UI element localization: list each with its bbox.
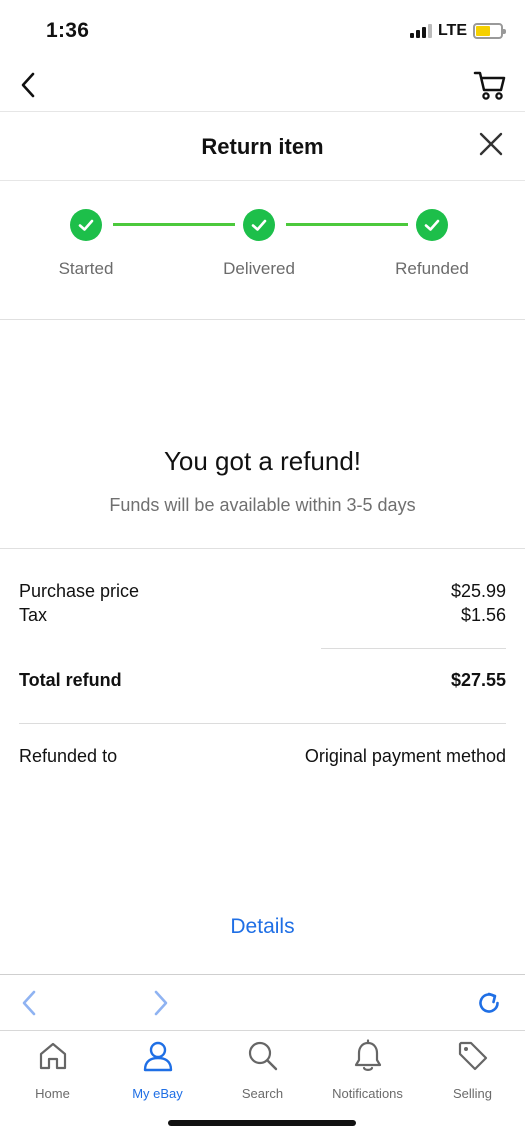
tab-label: Notifications [332, 1086, 403, 1101]
tax-row: Tax $1.56 [19, 605, 506, 626]
browser-forward-button[interactable] [146, 989, 174, 1017]
refunded-to-label: Refunded to [19, 746, 118, 766]
modal-header: Return item [0, 112, 525, 181]
home-indicator [168, 1120, 356, 1126]
purchase-price-row: Purchase price $25.99 [19, 581, 506, 602]
step-delivered: Delivered [189, 209, 329, 279]
bell-icon [354, 1039, 381, 1071]
top-nav [0, 60, 525, 112]
cart-icon [473, 71, 506, 100]
purchase-price-label: Purchase price [19, 581, 140, 601]
status-bar: 1:36 LTE [0, 0, 525, 60]
check-icon [70, 209, 102, 241]
tab-label: My eBay [132, 1086, 183, 1101]
chevron-right-icon [154, 990, 168, 1016]
tab-label: Home [35, 1086, 70, 1101]
cart-button[interactable] [473, 68, 507, 102]
refund-subtitle: Funds will be available within 3-5 days [109, 495, 416, 515]
status-indicators: LTE [409, 22, 506, 40]
step-label: Refunded [395, 259, 469, 278]
check-icon [243, 209, 275, 241]
total-refund-row: Total refund $27.55 [19, 670, 506, 691]
chevron-left-icon [22, 990, 36, 1016]
battery-icon [473, 23, 506, 39]
refunded-to-row: Refunded to Original payment method [19, 746, 506, 767]
total-refund-value: $27.55 [450, 670, 506, 690]
refunded-to-value: Original payment method [304, 746, 506, 766]
browser-back-button[interactable] [16, 989, 44, 1017]
tab-home[interactable]: Home [0, 1039, 105, 1101]
search-icon [248, 1041, 277, 1071]
subtotal-divider [321, 648, 506, 649]
tax-label: Tax [19, 605, 48, 625]
refresh-button[interactable] [475, 989, 503, 1017]
tab-search[interactable]: Search [210, 1039, 315, 1101]
refund-message: You got a refund! Funds will be availabl… [0, 320, 525, 549]
check-icon [416, 209, 448, 241]
total-refund-label: Total refund [19, 670, 122, 690]
signal-icon [409, 24, 432, 38]
step-started: Started [16, 209, 156, 279]
step-refunded: Refunded [362, 209, 502, 279]
user-icon [143, 1041, 172, 1072]
chevron-left-icon [21, 72, 35, 98]
tab-selling[interactable]: Selling [420, 1039, 525, 1101]
close-button[interactable] [477, 130, 505, 158]
step-label: Started [58, 259, 114, 278]
details-link[interactable]: Details [0, 915, 525, 939]
tab-label: Search [241, 1086, 284, 1101]
tab-notifications[interactable]: Notifications [315, 1039, 420, 1101]
refund-title: You got a refund! [163, 446, 362, 476]
tag-icon [458, 1041, 487, 1071]
home-icon [39, 1042, 66, 1070]
back-button[interactable] [14, 70, 44, 100]
return-progress: Started Delivered Refunded [0, 181, 525, 320]
total-divider [19, 723, 506, 724]
step-label: Delivered [223, 259, 295, 278]
status-time: 1:36 [46, 19, 90, 42]
bottom-tab-bar: Home My eBay Search Notifications Sellin… [0, 1031, 525, 1136]
network-label: LTE [437, 22, 467, 39]
tax-value: $1.56 [460, 605, 506, 625]
page-title: Return item [201, 134, 324, 159]
close-icon [479, 132, 503, 156]
tab-label: Selling [452, 1086, 493, 1101]
tab-my-ebay[interactable]: My eBay [105, 1039, 210, 1101]
purchase-price-value: $25.99 [450, 581, 506, 601]
browser-toolbar [0, 974, 525, 1031]
refresh-icon [479, 992, 499, 1013]
